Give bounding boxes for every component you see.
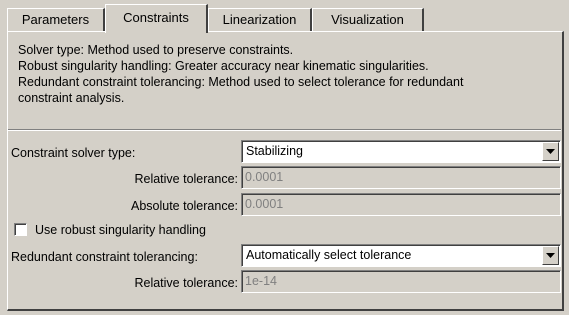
redundant-tolerancing-select[interactable]: Automatically select tolerance (241, 244, 561, 267)
solver-type-value: Stabilizing (246, 144, 303, 158)
tab-parameters[interactable]: Parameters (7, 8, 105, 31)
dialog: Parameters Constraints Linearization Vis… (0, 0, 569, 315)
description-box: Solver type: Method used to preserve con… (8, 32, 561, 130)
constraints-panel: Solver type: Method used to preserve con… (7, 31, 564, 311)
redundant-tolerancing-value: Automatically select tolerance (246, 248, 412, 262)
chevron-down-icon (546, 253, 555, 258)
relative-tolerance-field[interactable]: 0.0001 (241, 166, 561, 189)
relative-tolerance-label: Relative tolerance: (134, 172, 238, 186)
description-line: constraint analysis. (18, 91, 125, 105)
solver-type-label: Constraint solver type: (11, 146, 136, 160)
description-line: Robust singularity handling: Greater acc… (18, 59, 429, 73)
description-line: Solver type: Method used to preserve con… (18, 43, 294, 57)
tab-linearization[interactable]: Linearization (208, 8, 312, 31)
robust-singularity-label: Use robust singularity handling (35, 223, 206, 237)
redundant-relative-tolerance-label: Relative tolerance: (134, 276, 238, 290)
redundant-tolerancing-dropdown-button[interactable] (542, 246, 559, 265)
redundant-tolerancing-label: Redundant constraint tolerancing: (11, 250, 198, 264)
tab-visualization[interactable]: Visualization (312, 8, 424, 31)
absolute-tolerance-field[interactable]: 0.0001 (241, 193, 561, 216)
tab-constraints[interactable]: Constraints (105, 4, 208, 33)
redundant-relative-tolerance-field[interactable]: 1e-14 (241, 270, 561, 293)
solver-type-select[interactable]: Stabilizing (241, 140, 561, 163)
solver-type-dropdown-button[interactable] (542, 142, 559, 161)
description-line: Redundant constraint tolerancing: Method… (18, 75, 464, 89)
robust-singularity-checkbox[interactable] (14, 223, 27, 236)
chevron-down-icon (546, 149, 555, 154)
absolute-tolerance-label: Absolute tolerance: (130, 199, 238, 213)
